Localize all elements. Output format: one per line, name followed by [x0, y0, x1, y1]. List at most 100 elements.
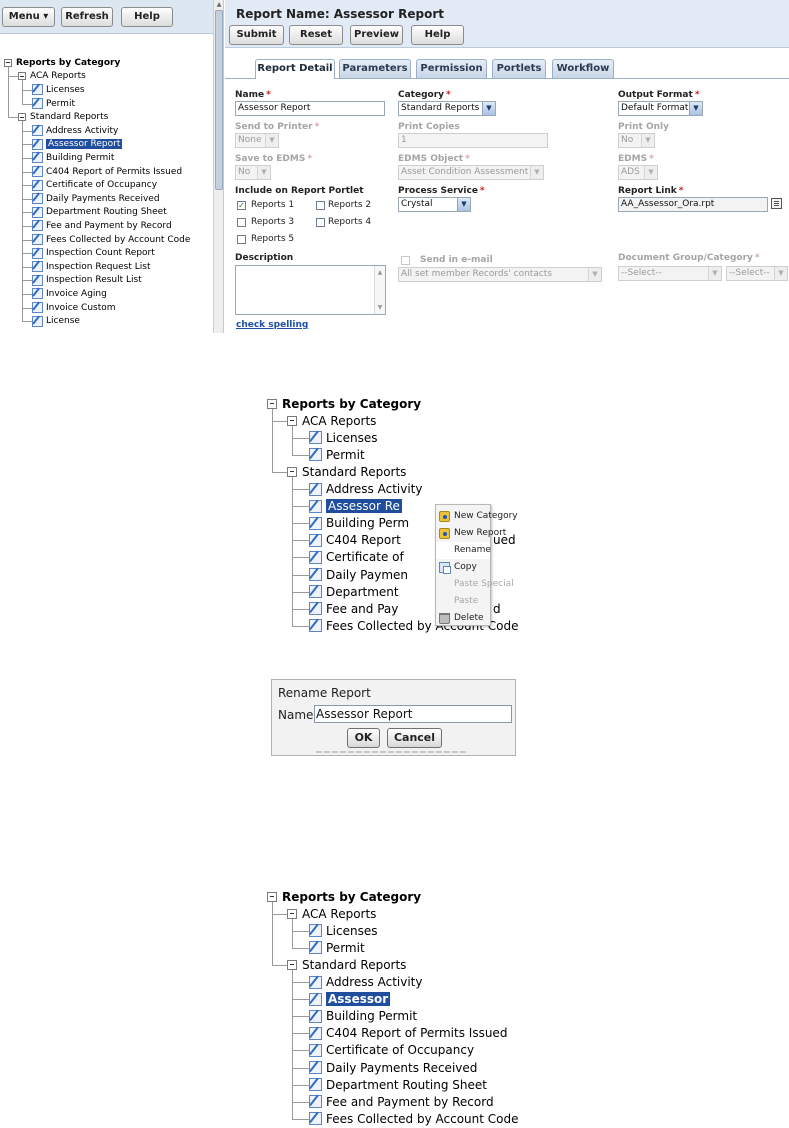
preview-button[interactable]: Preview: [350, 25, 403, 45]
description-textarea[interactable]: ▲ ▼: [235, 265, 386, 315]
tree-item-assessor[interactable]: Assessor: [309, 991, 391, 1008]
tree-item-certificate-of[interactable]: Certificate of: [309, 549, 404, 566]
tree-root-category[interactable]: Reports by Category: [267, 395, 421, 412]
menu-item-delete[interactable]: Delete: [436, 610, 490, 627]
collapse-icon[interactable]: [287, 415, 297, 426]
print-copies-field[interactable]: 1: [398, 133, 548, 148]
scroll-up-icon[interactable]: ▲: [375, 269, 385, 276]
tree-item-daily-payments-received[interactable]: Daily Payments Received: [309, 1059, 477, 1076]
tree-item-address-activity[interactable]: Address Activity: [309, 481, 422, 498]
tree-category-standard-reports[interactable]: Standard Reports: [287, 956, 406, 973]
menu-item-new-category[interactable]: New Category: [436, 508, 518, 525]
tree-category-standard-reports[interactable]: Standard Reports: [18, 110, 108, 124]
tree-item-permit[interactable]: Permit: [309, 939, 365, 956]
scroll-up-icon[interactable]: ▲: [215, 1, 223, 9]
tree-item-building-permit[interactable]: Building Permit: [32, 151, 114, 165]
category-select[interactable]: Standard Reports ▼: [398, 101, 496, 116]
submit-button[interactable]: Submit: [229, 25, 284, 45]
check-spelling-link[interactable]: check spelling: [236, 320, 308, 330]
menu-item-rename[interactable]: Rename: [436, 542, 491, 559]
collapse-icon[interactable]: [18, 113, 26, 122]
tree-item-invoice-aging[interactable]: Invoice Aging: [32, 287, 107, 301]
tree-item-permit[interactable]: Permit: [32, 97, 75, 111]
scroll-thumb[interactable]: [215, 10, 223, 190]
tree-item-fee-and-pay[interactable]: Fee and Pay: [309, 600, 398, 617]
tree-item-licenses[interactable]: Licenses: [32, 83, 85, 97]
collapse-icon[interactable]: [267, 891, 277, 902]
send-to-printer-select[interactable]: None ▼: [235, 133, 279, 148]
menu-item-paste-special[interactable]: Paste Special: [436, 576, 514, 593]
document-category-select[interactable]: --Select-- ▼: [726, 266, 788, 281]
process-service-select[interactable]: Crystal ▼: [398, 197, 471, 212]
reports-4-checkbox[interactable]: [316, 218, 325, 227]
tree-item-daily-paymen[interactable]: Daily Paymen: [309, 566, 408, 583]
cancel-button[interactable]: Cancel: [387, 728, 442, 748]
output-format-select[interactable]: Default Format ▼: [618, 101, 703, 116]
collapse-icon[interactable]: [18, 72, 26, 81]
collapse-icon[interactable]: [4, 58, 12, 67]
edms-select[interactable]: ADS ▼: [618, 165, 658, 180]
reports-3-checkbox[interactable]: [237, 218, 246, 227]
save-to-edms-select[interactable]: No ▼: [235, 165, 271, 180]
reports-1-checkbox[interactable]: ✓: [237, 201, 246, 210]
tree-root-category[interactable]: Reports by Category: [4, 56, 120, 70]
tree-item-license[interactable]: License: [32, 314, 80, 328]
tree-item-inspection-result-list[interactable]: Inspection Result List: [32, 274, 142, 288]
tree-item-c404-report-of-permits-issued[interactable]: C404 Report of Permits Issued: [309, 1025, 507, 1042]
tree-item-invoice-custom[interactable]: Invoice Custom: [32, 301, 116, 315]
collapse-icon[interactable]: [287, 908, 297, 919]
tree-item-building-perm[interactable]: Building Perm: [309, 515, 409, 532]
tree-item-inspection-request-list[interactable]: Inspection Request List: [32, 260, 151, 274]
tree-item-licenses[interactable]: Licenses: [309, 429, 378, 446]
tree-item-fee-and-payment-by-record[interactable]: Fee and Payment by Record: [309, 1093, 494, 1110]
print-only-select[interactable]: No ▼: [618, 133, 655, 148]
tree-item-assessor-report[interactable]: Assessor Report: [32, 138, 123, 152]
tree-item-certificate-of-occupancy[interactable]: Certificate of Occupancy: [309, 1042, 474, 1059]
tree-item-daily-payments-received[interactable]: Daily Payments Received: [32, 192, 160, 206]
tab-portlets[interactable]: Portlets: [492, 59, 546, 78]
collapse-icon[interactable]: [267, 398, 277, 409]
tree-item-department[interactable]: Department: [309, 583, 399, 600]
tree-item-permit[interactable]: Permit: [309, 446, 365, 463]
reset-button[interactable]: Reset: [289, 25, 343, 45]
rename-name-input[interactable]: [314, 705, 512, 723]
collapse-icon[interactable]: [287, 959, 297, 970]
tree-item-building-permit[interactable]: Building Permit: [309, 1008, 417, 1025]
tree-item-c404-report-of-permits-issued[interactable]: C404 Report of Permits Issued: [32, 165, 182, 179]
tree-category-aca-reports[interactable]: ACA Reports: [287, 905, 376, 922]
tree-category-aca-reports[interactable]: ACA Reports: [287, 412, 376, 429]
tab-parameters[interactable]: Parameters: [339, 59, 411, 78]
send-in-email-select[interactable]: All set member Records' contacts ▼: [398, 267, 602, 282]
tree-item-fees-collected-by-account-code[interactable]: Fees Collected by Account Code: [32, 233, 190, 247]
name-field[interactable]: Assessor Report: [235, 101, 385, 116]
tree-item-fees-collected-by-account-code[interactable]: Fees Collected by Account Code: [309, 1110, 519, 1127]
tree-item-address-activity[interactable]: Address Activity: [32, 124, 118, 138]
browse-file-icon[interactable]: [771, 198, 782, 209]
menu-item-new-report[interactable]: New Report: [436, 525, 506, 542]
tree-item-department-routing-sheet[interactable]: Department Routing Sheet: [32, 206, 167, 220]
tree-item-fee-and-payment-by-record[interactable]: Fee and Payment by Record: [32, 219, 172, 233]
collapse-icon[interactable]: [287, 466, 297, 477]
tree-item-inspection-count-report[interactable]: Inspection Count Report: [32, 246, 155, 260]
scroll-down-icon[interactable]: ▼: [375, 304, 385, 311]
send-in-email-checkbox[interactable]: [401, 256, 410, 265]
reports-2-checkbox[interactable]: [316, 201, 325, 210]
edms-object-select[interactable]: Asset Condition Assessment ▼: [398, 165, 544, 180]
tree-category-standard-reports[interactable]: Standard Reports: [287, 463, 406, 480]
menu-item-paste[interactable]: Paste: [436, 593, 490, 610]
tree-item-c404-report[interactable]: C404 Report: [309, 532, 401, 549]
tab-workflow[interactable]: Workflow: [552, 59, 614, 78]
tree-item-assessor-re[interactable]: Assessor Re: [309, 498, 402, 515]
tree-category-aca-reports[interactable]: ACA Reports: [18, 70, 86, 84]
help-button-report[interactable]: Help: [411, 25, 464, 45]
tree-root-category[interactable]: Reports by Category: [267, 888, 421, 905]
tab-report-detail[interactable]: Report Detail: [255, 59, 335, 79]
menu-item-copy[interactable]: Copy: [436, 559, 490, 576]
tab-permission[interactable]: Permission: [416, 59, 487, 78]
tree-item-certificate-of-occupancy[interactable]: Certificate of Occupancy: [32, 178, 157, 192]
tree-item-address-activity[interactable]: Address Activity: [309, 974, 422, 991]
description-scrollbar[interactable]: ▲ ▼: [374, 266, 385, 314]
ok-button[interactable]: OK: [347, 728, 380, 748]
document-group-select[interactable]: --Select-- ▼: [618, 266, 722, 281]
tree-item-department-routing-sheet[interactable]: Department Routing Sheet: [309, 1076, 487, 1093]
